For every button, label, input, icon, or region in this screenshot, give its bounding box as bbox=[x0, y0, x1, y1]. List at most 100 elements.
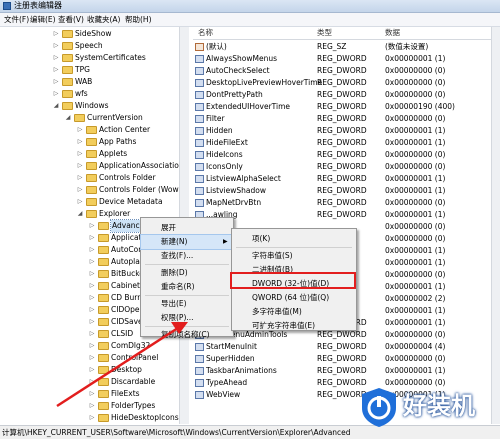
folder-icon bbox=[98, 414, 109, 422]
folder-icon bbox=[98, 354, 109, 362]
value-name: HideFileExt bbox=[206, 138, 248, 147]
registry-value-row[interactable]: MapNetDrvBtn REG_DWORD 0x00000000 (0) bbox=[193, 197, 491, 209]
value-name: ListviewShadow bbox=[206, 186, 266, 195]
registry-value-row[interactable]: ListviewShadow REG_DWORD 0x00000001 (1) bbox=[193, 185, 491, 197]
context-menu-item[interactable]: 复制项名称(C) bbox=[141, 328, 233, 342]
tree-expander-icon[interactable]: ▷ bbox=[76, 148, 84, 160]
registry-value-row[interactable]: HideIcons REG_DWORD 0x00000000 (0) bbox=[193, 149, 491, 161]
context-menu-item[interactable]: 新建(N) ▶ bbox=[140, 234, 234, 250]
tree-expander-icon[interactable]: ▷ bbox=[52, 64, 60, 76]
values-list-pane[interactable]: 名称 类型 数据 (默认) REG_SZ (数值未设置) AlwaysShowMenu… bbox=[193, 27, 491, 424]
tree-expander-icon[interactable]: ▷ bbox=[88, 256, 96, 268]
registry-value-row[interactable]: DesktopLivePreviewHoverTime REG_DWORD 0x00… bbox=[193, 77, 491, 89]
tree-item-label: CIDSave bbox=[111, 317, 143, 326]
new-submenu-item[interactable]: 多字符串值(M) bbox=[232, 305, 356, 319]
tree-expander-icon[interactable]: ▷ bbox=[88, 304, 96, 316]
menu-item-label: 多字符串值(M) bbox=[252, 307, 302, 316]
tree-expander-icon[interactable]: ▷ bbox=[88, 376, 96, 388]
new-submenu-item[interactable]: 项(K) bbox=[232, 232, 356, 246]
registry-value-row[interactable]: HideFileExt REG_DWORD 0x00000001 (1) bbox=[193, 137, 491, 149]
registry-value-row[interactable]: AutoCheckSelect REG_DWORD 0x00000000 (0) bbox=[193, 65, 491, 77]
tree-expander-icon[interactable]: ▷ bbox=[76, 124, 84, 136]
value-type: REG_DWORD bbox=[317, 78, 367, 87]
tree-expander-icon[interactable]: ▷ bbox=[88, 220, 96, 232]
new-submenu-item[interactable]: QWORD (64 位)值(Q) bbox=[232, 291, 356, 305]
value-name: MapNetDrvBtn bbox=[206, 198, 262, 207]
context-menu-item[interactable]: 导出(E) bbox=[141, 297, 233, 311]
tree-item-label: CLSID bbox=[111, 329, 134, 338]
tree-expander-icon[interactable]: ▷ bbox=[76, 136, 84, 148]
list-scrollbar[interactable] bbox=[491, 27, 500, 424]
registry-value-row[interactable]: TaskbarAnimations REG_DWORD 0x00000001 (1) bbox=[193, 365, 491, 377]
tree-expander-icon[interactable]: ▷ bbox=[88, 328, 96, 340]
registry-value-row[interactable]: ListviewAlphaSelect REG_DWORD 0x00000001 (… bbox=[193, 173, 491, 185]
value-type: REG_DWORD bbox=[317, 174, 367, 183]
tree-expander-icon[interactable]: ▷ bbox=[88, 388, 96, 400]
new-submenu-item[interactable]: 字符串值(S) bbox=[232, 249, 356, 263]
registry-value-row[interactable]: (默认) REG_SZ (数值未设置) bbox=[193, 41, 491, 53]
tree-expander-icon[interactable]: ▷ bbox=[88, 340, 96, 352]
menu-file[interactable]: 文件(F) bbox=[4, 14, 29, 25]
value-data: (数值未设置) bbox=[385, 42, 429, 51]
binary-value-icon bbox=[195, 115, 204, 123]
value-data: 0x00000001 (1) bbox=[385, 282, 446, 291]
tree-item-label: WAB bbox=[75, 77, 93, 86]
context-menu-item[interactable]: 删除(D) bbox=[141, 266, 233, 280]
column-data-header[interactable]: 数据 bbox=[385, 28, 400, 38]
column-type-header[interactable]: 类型 bbox=[317, 28, 332, 38]
tree-expander-icon[interactable]: ▷ bbox=[88, 400, 96, 412]
tree-expander-icon[interactable]: ▷ bbox=[88, 316, 96, 328]
tree-expander-icon[interactable]: ▷ bbox=[52, 76, 60, 88]
menu-edit[interactable]: 编辑(E) bbox=[30, 14, 56, 25]
tree-expander-icon[interactable]: ▷ bbox=[76, 196, 84, 208]
registry-value-row[interactable]: ExtendedUIHoverTime REG_DWORD 0x00000190 (… bbox=[193, 101, 491, 113]
context-menu-item[interactable]: 重命名(R) bbox=[141, 280, 233, 294]
value-name: SuperHidden bbox=[206, 354, 255, 363]
tree-item-label: Action Center bbox=[99, 125, 151, 134]
folder-icon bbox=[62, 30, 73, 38]
tree-expander-icon[interactable]: ▷ bbox=[88, 364, 96, 376]
registry-value-row[interactable]: IconsOnly REG_DWORD 0x00000000 (0) bbox=[193, 161, 491, 173]
tree-expander-icon[interactable]: ▷ bbox=[88, 244, 96, 256]
context-menu-item[interactable]: 展开 bbox=[141, 221, 233, 235]
registry-value-row[interactable]: StartMenuInit REG_DWORD 0x00000004 (4) bbox=[193, 341, 491, 353]
tree-expander-icon[interactable]: ▷ bbox=[88, 268, 96, 280]
menu-view[interactable]: 查看(V) bbox=[58, 14, 84, 25]
menu-favorites[interactable]: 收藏夹(A) bbox=[87, 14, 120, 25]
context-menu-item[interactable]: 查找(F)... bbox=[141, 249, 233, 263]
tree-expander-icon[interactable]: ▷ bbox=[52, 52, 60, 64]
tree-expander-icon[interactable]: ▷ bbox=[76, 184, 84, 196]
tree-item-label: Desktop bbox=[111, 365, 142, 374]
menu-help[interactable]: 帮助(H) bbox=[125, 14, 152, 25]
tree-expander-icon[interactable]: ▷ bbox=[76, 160, 84, 172]
tree-expander-icon[interactable]: ◢ bbox=[52, 100, 60, 112]
tree-item-label: Controls Folder bbox=[99, 173, 156, 182]
tree-expander-icon[interactable]: ▷ bbox=[88, 280, 96, 292]
tree-expander-icon[interactable]: ▷ bbox=[88, 232, 96, 244]
tree-expander-icon[interactable]: ▷ bbox=[52, 28, 60, 40]
registry-value-row[interactable]: DontPrettyPath REG_DWORD 0x00000000 (0) bbox=[193, 89, 491, 101]
tree-expander-icon[interactable]: ▷ bbox=[88, 352, 96, 364]
folder-icon bbox=[62, 42, 73, 50]
new-submenu-item[interactable]: 可扩充字符串值(E) bbox=[232, 319, 356, 333]
folder-icon bbox=[98, 222, 109, 230]
tree-expander-icon[interactable]: ◢ bbox=[64, 112, 72, 124]
registry-value-row[interactable]: Filter REG_DWORD 0x00000000 (0) bbox=[193, 113, 491, 125]
value-type: REG_DWORD bbox=[317, 210, 367, 219]
value-type: REG_DWORD bbox=[317, 150, 367, 159]
binary-value-icon bbox=[195, 199, 204, 207]
registry-value-row[interactable]: SuperHidden REG_DWORD 0x00000000 (0) bbox=[193, 353, 491, 365]
context-menu-item[interactable]: 权限(P)... bbox=[141, 311, 233, 325]
tree-expander-icon[interactable]: ▷ bbox=[52, 40, 60, 52]
tree-expander-icon[interactable]: ▷ bbox=[88, 292, 96, 304]
binary-value-icon bbox=[195, 103, 204, 111]
tree-expander-icon[interactable]: ▷ bbox=[88, 412, 96, 424]
tree-expander-icon[interactable]: ▷ bbox=[52, 88, 60, 100]
tree-expander-icon[interactable]: ▷ bbox=[76, 172, 84, 184]
registry-value-row[interactable]: Hidden REG_DWORD 0x00000001 (1) bbox=[193, 125, 491, 137]
column-name-header[interactable]: 名称 bbox=[198, 28, 213, 38]
registry-value-row[interactable]: ...awling REG_DWORD 0x00000001 (1) bbox=[193, 209, 491, 221]
folder-icon bbox=[62, 78, 73, 86]
registry-value-row[interactable]: AlwaysShowMenus REG_DWORD 0x00000001 (1) bbox=[193, 53, 491, 65]
tree-expander-icon[interactable]: ◢ bbox=[76, 208, 84, 220]
